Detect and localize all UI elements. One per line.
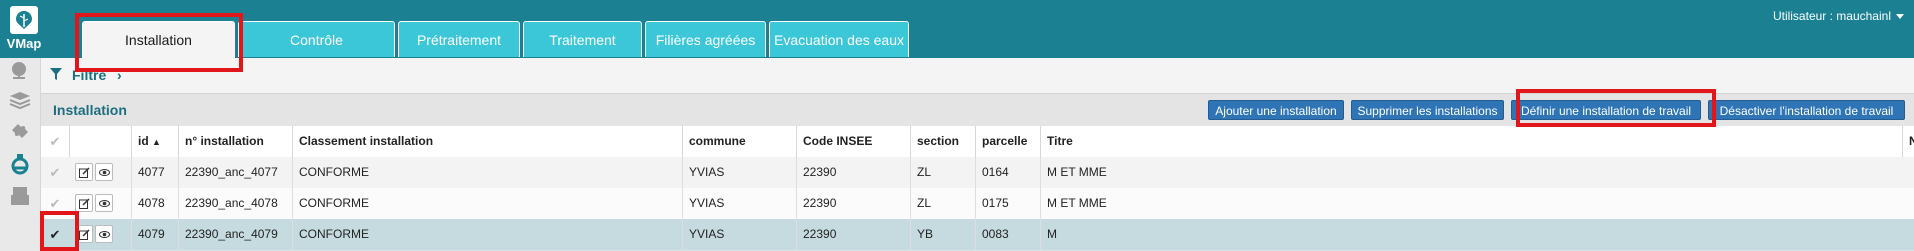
actions-header [69, 126, 131, 157]
cell-parcelle: 0164 [975, 157, 1040, 188]
cell-classement: CONFORME [292, 219, 682, 250]
cell-titre: M ET MME [1040, 157, 1902, 188]
user-label: Utilisateur : mauchainl [1772, 9, 1891, 23]
globe-icon[interactable] [8, 58, 32, 82]
cell-num: 22390_anc_4079 [178, 219, 292, 250]
tab-pretraitement[interactable]: Prétraitement [398, 21, 520, 57]
edit-icon[interactable] [75, 225, 93, 243]
caret-down-icon [1896, 14, 1904, 20]
leaf-logo-icon [10, 6, 38, 34]
sidebar [0, 58, 41, 251]
delete-installations-button[interactable]: Supprimer les installations [1351, 100, 1504, 120]
row-checkbox[interactable]: ✔ [41, 188, 69, 219]
col-id-label: id [138, 134, 149, 148]
chevron-right-icon: › [117, 67, 122, 83]
cell-num: 22390_anc_4077 [178, 157, 292, 188]
cell-section: YB [910, 219, 975, 250]
tab-controle[interactable]: Contrôle [238, 21, 395, 57]
cell-titre: M ET MME [1040, 188, 1902, 219]
top-bar: VMap Utilisateur : mauchainl Installatio… [0, 0, 1914, 59]
cell-parcelle: 0175 [975, 188, 1040, 219]
cell-id: 4077 [131, 157, 178, 188]
cell-classement: CONFORME [292, 157, 682, 188]
cell-commune: YVIAS [682, 219, 796, 250]
cell-commune: YVIAS [682, 157, 796, 188]
table-header: ✔ id ▲ n° installation Classement instal… [41, 126, 1914, 158]
puzzle-icon[interactable] [8, 120, 32, 144]
user-menu[interactable]: Utilisateur : mauchainl [1773, 9, 1904, 23]
filter-bar[interactable]: Filtre › [41, 58, 1914, 93]
tab-installation[interactable]: Installation [82, 21, 235, 59]
col-section-header[interactable]: section [910, 126, 975, 157]
layers-icon[interactable] [8, 88, 32, 112]
col-extra-header[interactable]: N [1902, 126, 1914, 157]
flask-icon[interactable] [8, 152, 32, 176]
cell-num: 22390_anc_4078 [178, 188, 292, 219]
cell-titre: M [1040, 219, 1902, 250]
col-parcelle-header[interactable]: parcelle [975, 126, 1040, 157]
cell-parcelle: 0083 [975, 219, 1040, 250]
define-work-installation-button[interactable]: Définir une installation de travail [1511, 100, 1701, 120]
cell-id: 4078 [131, 188, 178, 219]
filter-icon [49, 67, 63, 84]
col-commune-header[interactable]: commune [682, 126, 796, 157]
tab-traitement[interactable]: Traitement [523, 21, 642, 57]
col-insee-header[interactable]: Code INSEE [796, 126, 910, 157]
col-id-header[interactable]: id ▲ [131, 126, 178, 157]
col-num-header[interactable]: n° installation [178, 126, 292, 157]
view-eye-icon[interactable] [95, 194, 113, 212]
tab-filieres-agreees[interactable]: Filières agréées [645, 21, 766, 57]
cell-insee: 22390 [796, 188, 910, 219]
row-checkbox[interactable]: ✔ [41, 157, 69, 188]
tab-evacuation-des-eaux[interactable]: Evacuation des eaux [769, 21, 909, 57]
col-classement-header[interactable]: Classement installation [292, 126, 682, 157]
cell-section: ZL [910, 188, 975, 219]
panel-title: Installation [53, 102, 127, 118]
printer-icon[interactable] [8, 184, 32, 208]
cell-section: ZL [910, 157, 975, 188]
add-installation-button[interactable]: Ajouter une installation [1208, 100, 1344, 120]
table-row[interactable]: ✔ 4077 22390_anc_4077 CONFORME YVIAS 223… [41, 157, 1914, 189]
edit-icon[interactable] [75, 163, 93, 181]
select-all-checkbox[interactable]: ✔ [41, 126, 69, 157]
cell-commune: YVIAS [682, 188, 796, 219]
edit-icon[interactable] [75, 194, 93, 212]
disable-work-installation-button[interactable]: Désactiver l'installation de travail [1708, 100, 1905, 120]
cell-id: 4079 [131, 219, 178, 250]
view-eye-icon[interactable] [95, 163, 113, 181]
app-name: VMap [6, 36, 42, 51]
view-eye-icon[interactable] [95, 225, 113, 243]
row-checkbox-checked[interactable]: ✔ [41, 219, 69, 250]
filter-label: Filtre [72, 67, 107, 83]
table-row[interactable]: ✔ 4078 22390_anc_4078 CONFORME YVIAS 223… [41, 188, 1914, 220]
panel-header: Installation Ajouter une installation Su… [41, 93, 1914, 127]
main-content: Filtre › Installation Ajouter une instal… [41, 58, 1914, 251]
col-titre-header[interactable]: Titre [1040, 126, 1902, 157]
cell-insee: 22390 [796, 157, 910, 188]
cell-classement: CONFORME [292, 188, 682, 219]
table-row-selected[interactable]: ✔ 4079 22390_anc_4079 CONFORME YVIAS 223… [41, 219, 1914, 251]
sort-ascending-icon: ▲ [152, 137, 161, 147]
cell-insee: 22390 [796, 219, 910, 250]
app-logo[interactable]: VMap [0, 0, 48, 58]
